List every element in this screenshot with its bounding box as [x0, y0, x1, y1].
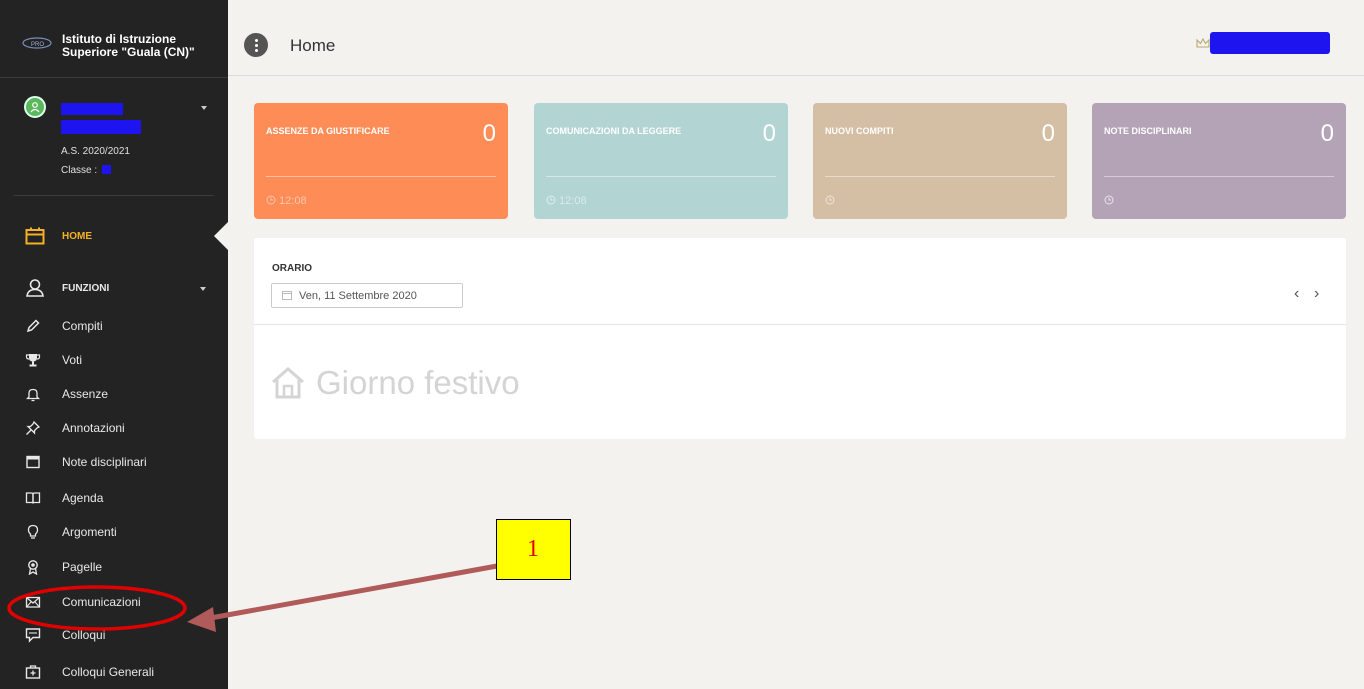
annotation-arrowhead	[187, 607, 216, 632]
annotation-overlay	[7, 563, 498, 632]
highlight-ellipse	[7, 585, 187, 631]
annotation-number: 1	[527, 536, 539, 562]
annotation-callout: 1	[496, 519, 571, 580]
annotation-arrow	[204, 563, 498, 622]
